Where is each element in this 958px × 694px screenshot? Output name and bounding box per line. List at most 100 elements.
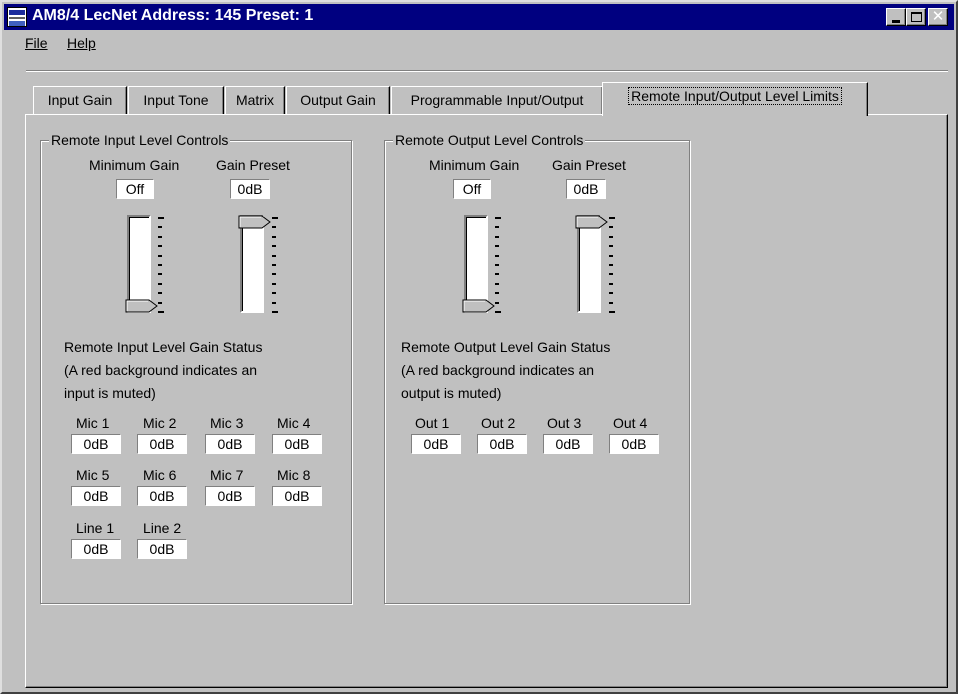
close-icon: ✕ — [931, 8, 945, 25]
slider-tick — [495, 236, 499, 238]
slider-tick — [609, 273, 613, 275]
slider-tick — [272, 292, 276, 294]
slider-tick — [158, 245, 162, 247]
slider-tick — [495, 255, 499, 257]
output-min-gain-ticks — [495, 217, 501, 313]
output-min-gain-value: Off — [453, 179, 491, 199]
input-gain-preset-slider[interactable] — [238, 215, 272, 229]
slider-tick — [609, 283, 613, 285]
output-gain-preset-slider[interactable] — [575, 215, 609, 229]
slider-tick — [495, 273, 499, 275]
channel-gain-status: 0dB — [411, 434, 461, 454]
slider-tick — [272, 283, 276, 285]
channel-gain-status: 0dB — [137, 539, 187, 559]
close-button[interactable]: ✕ — [928, 8, 948, 26]
app-icon[interactable] — [7, 7, 27, 27]
slider-tick — [609, 302, 613, 304]
slider-tick — [609, 292, 613, 294]
slider-tick — [158, 292, 162, 294]
slider-tick — [158, 236, 162, 238]
minimize-icon — [892, 20, 900, 23]
channel-label: Mic 4 — [277, 415, 311, 431]
channel-gain-status: 0dB — [71, 539, 121, 559]
channel-label: Mic 6 — [143, 467, 177, 483]
input-gain-preset-ticks — [272, 217, 278, 313]
input-status-title: Remote Input Level Gain Status — [64, 339, 263, 355]
channel-label: Mic 3 — [210, 415, 244, 431]
output-min-gain-label: Minimum Gain — [429, 157, 520, 173]
title-bar[interactable]: AM8/4 LecNet Address: 145 Preset: 1 ✕ — [4, 4, 954, 30]
slider-tick — [158, 302, 162, 304]
input-controls-group: Remote Input Level Controls Minimum Gain… — [40, 132, 352, 604]
channel-gain-status: 0dB — [272, 486, 322, 506]
slider-tick — [272, 302, 276, 304]
slider-tick — [272, 311, 278, 313]
channel-label: Out 2 — [481, 415, 516, 431]
slider-tick — [158, 217, 164, 219]
channel-label: Mic 7 — [210, 467, 244, 483]
tab-programmable-io[interactable]: Programmable Input/Output — [391, 86, 603, 115]
channel-label: Line 1 — [76, 520, 115, 536]
app-window: AM8/4 LecNet Address: 145 Preset: 1 ✕ Fi… — [0, 0, 958, 694]
minimize-button[interactable] — [886, 8, 906, 26]
channel-gain-status: 0dB — [205, 434, 255, 454]
input-min-gain-ticks — [158, 217, 164, 313]
tab-output-gain[interactable]: Output Gain — [286, 86, 390, 115]
slider-tick — [609, 217, 615, 219]
tab-matrix[interactable]: Matrix — [225, 86, 285, 115]
input-status-note-1: (A red background indicates an — [64, 362, 258, 378]
slider-tick — [609, 226, 613, 228]
slider-tick — [609, 255, 613, 257]
tab-panel: Remote Input Level Controls Minimum Gain… — [25, 114, 948, 688]
input-group-title: Remote Input Level Controls — [49, 132, 231, 148]
tab-input-tone[interactable]: Input Tone — [128, 86, 224, 115]
channel-gain-status: 0dB — [272, 434, 322, 454]
slider-tick — [272, 236, 276, 238]
channel-label: Mic 2 — [143, 415, 177, 431]
maximize-button[interactable] — [906, 8, 926, 26]
slider-tick — [272, 226, 276, 228]
channel-label: Line 2 — [143, 520, 182, 536]
channel-label: Out 4 — [613, 415, 648, 431]
output-gain-preset-ticks — [609, 217, 615, 313]
input-min-gain-label: Minimum Gain — [89, 157, 180, 173]
slider-tick — [495, 292, 499, 294]
channel-gain-status: 0dB — [137, 486, 187, 506]
output-min-gain-slider[interactable] — [462, 299, 496, 313]
channel-label: Mic 5 — [76, 467, 110, 483]
channel-gain-status: 0dB — [71, 486, 121, 506]
slider-tick — [272, 217, 278, 219]
slider-tick — [158, 255, 162, 257]
slider-tick — [272, 273, 276, 275]
menu-bar: File Help — [4, 32, 954, 54]
input-gain-preset-track — [240, 215, 264, 313]
menu-help[interactable]: Help — [67, 35, 96, 51]
input-status-note-2: input is muted) — [64, 385, 156, 401]
slider-tick — [609, 264, 613, 266]
channel-label: Out 1 — [415, 415, 450, 431]
slider-tick — [158, 283, 162, 285]
slider-tick — [158, 311, 164, 313]
window-title: AM8/4 LecNet Address: 145 Preset: 1 — [32, 7, 314, 24]
channel-label: Mic 8 — [277, 467, 311, 483]
output-status-note-1: (A red background indicates an — [401, 362, 595, 378]
output-controls-group: Remote Output Level Controls Minimum Gai… — [384, 132, 690, 604]
output-gain-preset-value: 0dB — [566, 179, 606, 199]
maximize-icon — [911, 12, 922, 22]
input-min-gain-slider[interactable] — [125, 299, 159, 313]
tab-input-gain[interactable]: Input Gain — [33, 86, 127, 115]
slider-tick — [495, 217, 501, 219]
slider-tick — [609, 236, 613, 238]
output-status-note-2: output is muted) — [401, 385, 502, 401]
channel-gain-status: 0dB — [609, 434, 659, 454]
slider-tick — [495, 245, 499, 247]
tab-remote-io-level-limits[interactable]: Remote Input/Output Level Limits — [602, 82, 868, 116]
channel-gain-status: 0dB — [543, 434, 593, 454]
slider-tick — [495, 264, 499, 266]
slider-tick — [158, 273, 162, 275]
menu-file[interactable]: File — [25, 35, 48, 51]
slider-tick — [158, 264, 162, 266]
channel-gain-status: 0dB — [137, 434, 187, 454]
channel-gain-status: 0dB — [71, 434, 121, 454]
slider-tick — [272, 245, 276, 247]
